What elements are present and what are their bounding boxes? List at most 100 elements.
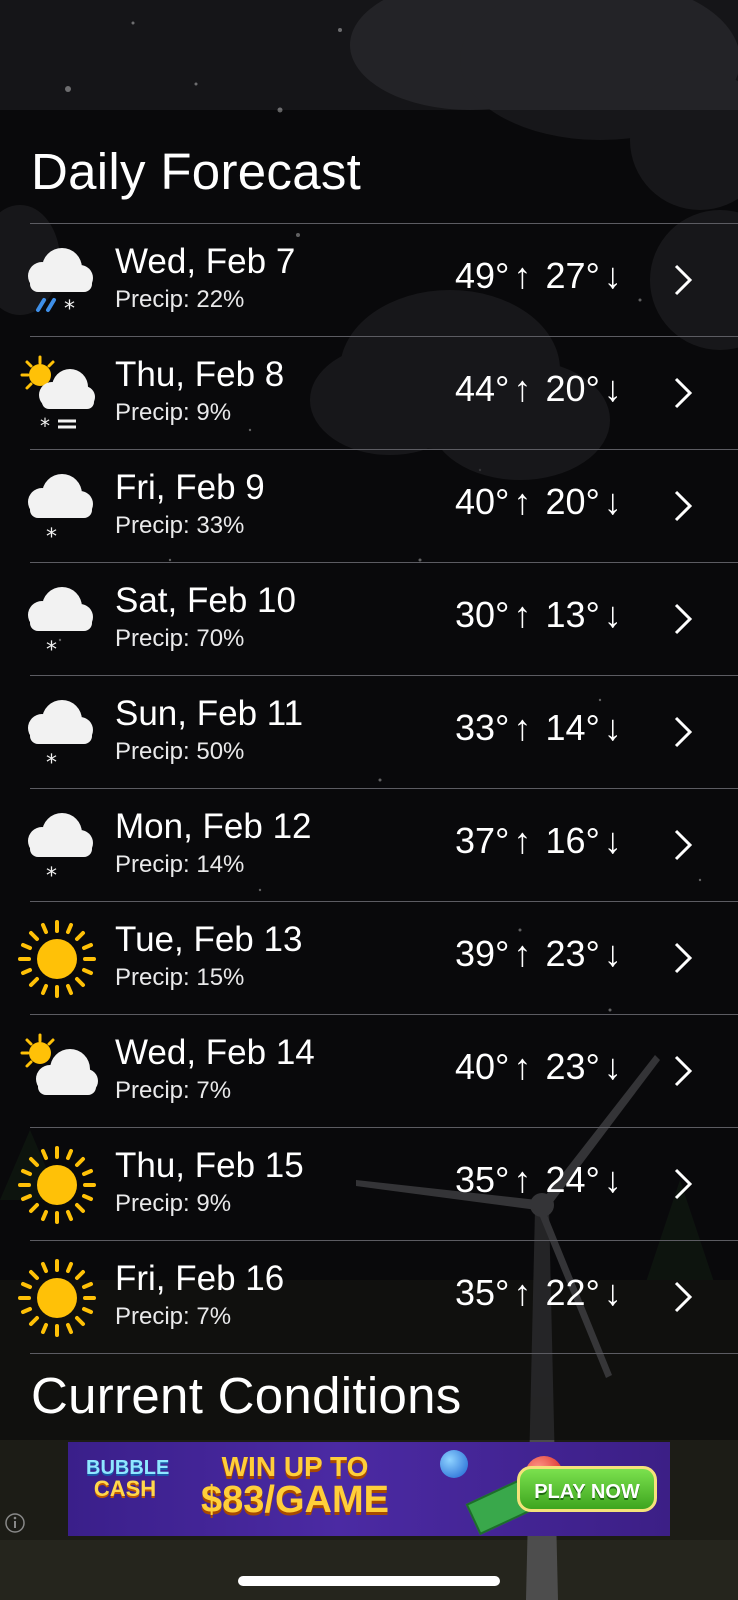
chevron-right-icon: [674, 264, 693, 296]
ad-banner[interactable]: BUBBLE CASH WIN UP TO $83/GAME PLAY NOW: [68, 1442, 670, 1536]
high-temp: 33°: [455, 707, 510, 748]
daily-forecast-title: Daily Forecast: [31, 143, 362, 200]
low-temp: 20°: [545, 368, 600, 409]
current-conditions-title[interactable]: Current Conditions: [31, 1370, 462, 1421]
svg-text:*: *: [46, 751, 57, 776]
forecast-row[interactable]: Wed, Feb 14 Precip: 7% 40° ↑ 23° ↓: [0, 1015, 738, 1127]
forecast-row[interactable]: * Thu, Feb 8 Precip: 9% 44° ↑ 20° ↓: [0, 337, 738, 449]
high-temp: 40°: [455, 1046, 510, 1087]
info-icon[interactable]: [4, 1512, 26, 1534]
high-temp: 35°: [455, 1159, 510, 1200]
high-temp: 30°: [455, 594, 510, 635]
arrow-up-icon: ↑: [513, 1272, 532, 1313]
forecast-row[interactable]: Tue, Feb 13 Precip: 15% 39° ↑ 23° ↓: [0, 902, 738, 1014]
high-temp: 39°: [455, 933, 510, 974]
arrow-down-icon: ↓: [603, 1159, 622, 1200]
cloud-snow-icon: *: [28, 474, 93, 550]
arrow-up-icon: ↑: [513, 481, 532, 522]
forecast-temps: 40° ↑ 20° ↓: [455, 484, 626, 520]
forecast-temps: 30° ↑ 13° ↓: [455, 597, 626, 633]
forecast-date: Thu, Feb 15: [115, 1146, 304, 1185]
forecast-precip: Precip: 70%: [115, 625, 245, 652]
arrow-down-icon: ↓: [603, 594, 622, 635]
forecast-date: Fri, Feb 16: [115, 1259, 285, 1298]
forecast-date: Wed, Feb 7: [115, 242, 296, 281]
low-temp: 20°: [545, 481, 600, 522]
low-temp: 13°: [545, 594, 600, 635]
forecast-temps: 44° ↑ 20° ↓: [455, 371, 626, 407]
forecast-date: Sat, Feb 10: [115, 581, 296, 620]
forecast-date: Mon, Feb 12: [115, 807, 312, 846]
forecast-row[interactable]: Thu, Feb 15 Precip: 9% 35° ↑ 24° ↓: [0, 1128, 738, 1240]
low-temp: 23°: [545, 1046, 600, 1087]
forecast-row[interactable]: * Sat, Feb 10 Precip: 70% 30° ↑ 13° ↓: [0, 563, 738, 675]
forecast-temps: 33° ↑ 14° ↓: [455, 710, 626, 746]
svg-text:*: *: [46, 525, 57, 550]
partly-cloudy-icon: [20, 1033, 98, 1095]
arrow-up-icon: ↑: [513, 594, 532, 635]
arrow-down-icon: ↓: [603, 933, 622, 974]
svg-text:*: *: [64, 297, 75, 322]
divider: [30, 1353, 738, 1354]
svg-text:*: *: [46, 638, 57, 663]
forecast-row[interactable]: * Wed, Feb 7 Precip: 22% 49° ↑ 27° ↓: [0, 224, 738, 336]
arrow-down-icon: ↓: [603, 707, 622, 748]
chevron-right-icon: [674, 942, 693, 974]
forecast-temps: 40° ↑ 23° ↓: [455, 1049, 626, 1085]
ball-icon: [440, 1450, 468, 1478]
arrow-down-icon: ↓: [603, 481, 622, 522]
arrow-up-icon: ↑: [513, 368, 532, 409]
forecast-precip: Precip: 14%: [115, 851, 245, 878]
sun-icon: [18, 1259, 96, 1337]
forecast-row[interactable]: Fri, Feb 16 Precip: 7% 35° ↑ 22° ↓: [0, 1241, 738, 1353]
partly-cloudy-snow-fog-icon: *: [20, 355, 95, 437]
forecast-row[interactable]: * Fri, Feb 9 Precip: 33% 40° ↑ 20° ↓: [0, 450, 738, 562]
arrow-down-icon: ↓: [603, 255, 622, 296]
forecast-date: Thu, Feb 8: [115, 355, 285, 394]
chevron-right-icon: [674, 1281, 693, 1313]
ad-logo: BUBBLE CASH: [86, 1457, 170, 1501]
high-temp: 35°: [455, 1272, 510, 1313]
header-strip: [0, 0, 738, 110]
svg-text:*: *: [46, 864, 57, 889]
chevron-right-icon: [674, 1055, 693, 1087]
high-temp: 37°: [455, 820, 510, 861]
forecast-precip: Precip: 7%: [115, 1077, 232, 1104]
low-temp: 22°: [545, 1272, 600, 1313]
arrow-down-icon: ↓: [603, 1046, 622, 1087]
sun-icon: [18, 920, 96, 998]
forecast-precip: Precip: 15%: [115, 964, 245, 991]
low-temp: 16°: [545, 820, 600, 861]
forecast-precip: Precip: 9%: [115, 1190, 232, 1217]
forecast-temps: 35° ↑ 22° ↓: [455, 1275, 626, 1311]
forecast-date: Tue, Feb 13: [115, 920, 303, 959]
forecast-precip: Precip: 7%: [115, 1303, 232, 1330]
chevron-right-icon: [674, 829, 693, 861]
forecast-date: Sun, Feb 11: [115, 694, 304, 733]
forecast-temps: 49° ↑ 27° ↓: [455, 258, 626, 294]
forecast-date: Fri, Feb 9: [115, 468, 265, 507]
forecast-precip: Precip: 9%: [115, 399, 232, 426]
arrow-down-icon: ↓: [603, 368, 622, 409]
arrow-up-icon: ↑: [513, 933, 532, 974]
arrow-up-icon: ↑: [513, 1159, 532, 1200]
chevron-right-icon: [674, 1168, 693, 1200]
arrow-down-icon: ↓: [603, 820, 622, 861]
low-temp: 14°: [545, 707, 600, 748]
arrow-up-icon: ↑: [513, 820, 532, 861]
low-temp: 24°: [545, 1159, 600, 1200]
forecast-row[interactable]: * Sun, Feb 11 Precip: 50% 33° ↑ 14° ↓: [0, 676, 738, 788]
high-temp: 49°: [455, 255, 510, 296]
home-indicator[interactable]: [238, 1576, 500, 1586]
forecast-temps: 37° ↑ 16° ↓: [455, 823, 626, 859]
cloud-snow-icon: *: [28, 587, 93, 663]
forecast-row[interactable]: * Mon, Feb 12 Precip: 14% 37° ↑ 16° ↓: [0, 789, 738, 901]
forecast-precip: Precip: 22%: [115, 286, 245, 313]
arrow-up-icon: ↑: [513, 1046, 532, 1087]
forecast-precip: Precip: 50%: [115, 738, 245, 765]
sun-icon: [18, 1146, 96, 1224]
play-now-button[interactable]: PLAY NOW: [517, 1466, 657, 1512]
chevron-right-icon: [674, 716, 693, 748]
chevron-right-icon: [674, 377, 693, 409]
forecast-temps: 35° ↑ 24° ↓: [455, 1162, 626, 1198]
